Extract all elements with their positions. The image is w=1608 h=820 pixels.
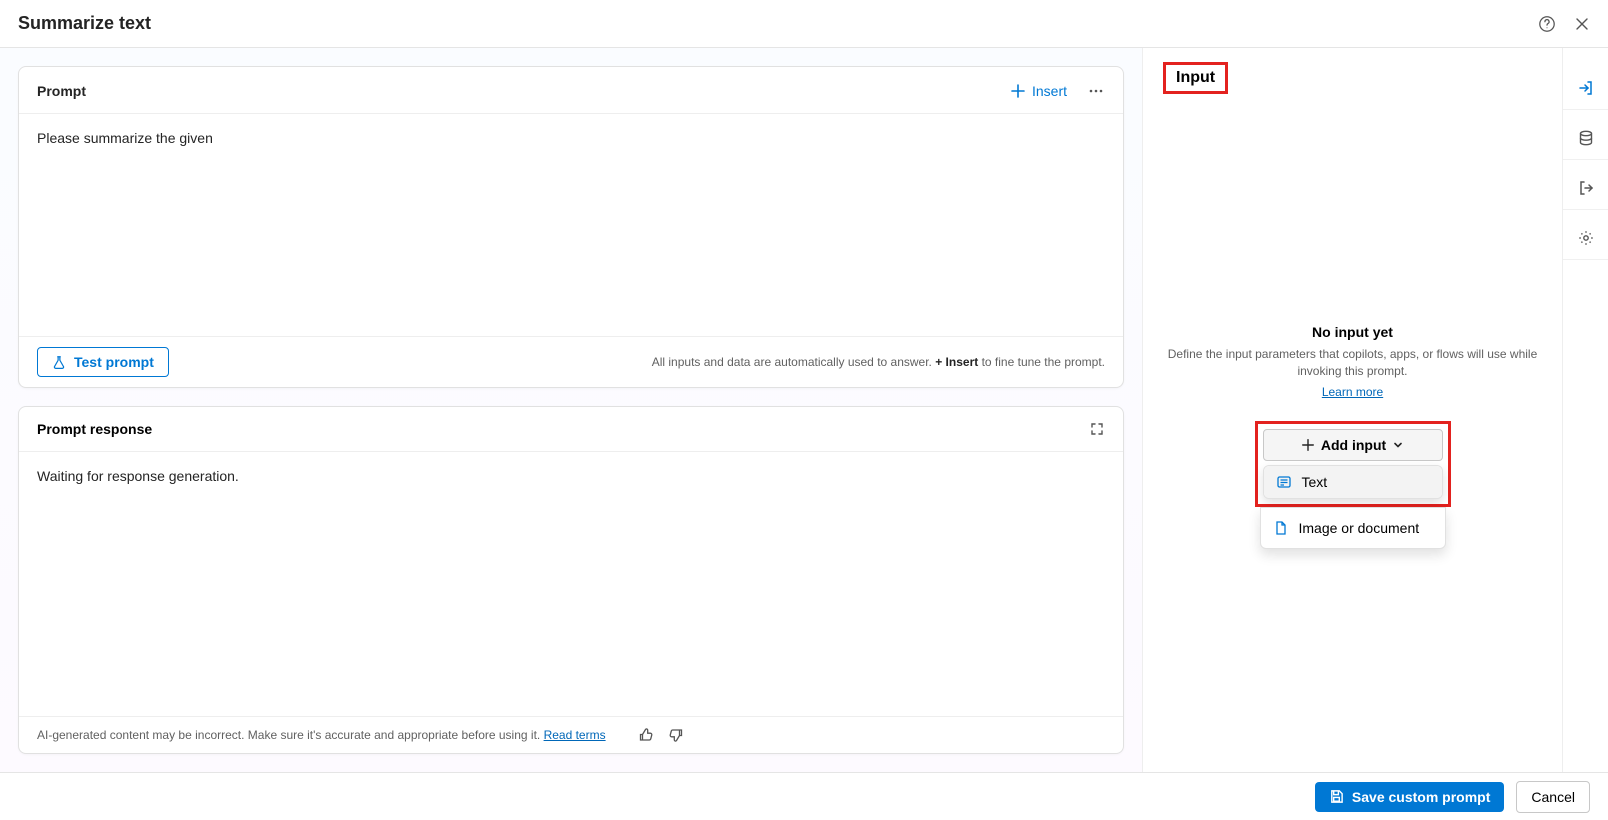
add-input-menu: Text — [1263, 465, 1443, 499]
prompt-card: Prompt Insert Please summarize the given… — [18, 66, 1124, 388]
page-title: Summarize text — [18, 13, 1538, 34]
document-icon — [1273, 520, 1289, 536]
save-icon — [1329, 789, 1344, 804]
plus-icon — [1010, 83, 1026, 99]
menu-item-text-label: Text — [1302, 474, 1328, 490]
expand-icon[interactable] — [1089, 421, 1105, 437]
save-label: Save custom prompt — [1352, 789, 1490, 805]
right-rail — [1562, 48, 1608, 772]
empty-state: No input yet Define the input parameters… — [1163, 324, 1542, 507]
empty-title: No input yet — [1163, 324, 1542, 340]
disclaimer-text: AI-generated content may be incorrect. M… — [37, 728, 606, 742]
page-header: Summarize text — [0, 0, 1608, 48]
test-prompt-label: Test prompt — [74, 354, 154, 370]
rail-settings-icon[interactable] — [1563, 216, 1608, 260]
main-area: Prompt Insert Please summarize the given… — [0, 48, 1608, 772]
menu-item-image-label: Image or document — [1299, 520, 1420, 536]
prompt-text[interactable]: Please summarize the given — [19, 114, 1123, 336]
response-body: Waiting for response generation. — [19, 452, 1123, 716]
insert-label: Insert — [1032, 83, 1067, 99]
menu-item-text[interactable]: Text — [1264, 466, 1442, 498]
help-icon[interactable] — [1538, 15, 1556, 33]
response-card-title: Prompt response — [37, 421, 1089, 437]
add-input-highlight: Add input Text — [1255, 421, 1451, 507]
learn-more-link[interactable]: Learn more — [1163, 385, 1542, 399]
test-prompt-button[interactable]: Test prompt — [37, 347, 169, 377]
close-icon[interactable] — [1574, 16, 1590, 32]
response-footer: AI-generated content may be incorrect. M… — [19, 716, 1123, 753]
add-input-menu-extra: Image or document — [1260, 507, 1446, 549]
plus-icon — [1301, 438, 1315, 452]
left-column: Prompt Insert Please summarize the given… — [0, 48, 1142, 772]
menu-item-image[interactable]: Image or document — [1261, 512, 1445, 544]
save-button[interactable]: Save custom prompt — [1315, 782, 1504, 812]
rail-input-icon[interactable] — [1563, 66, 1608, 110]
rail-data-icon[interactable] — [1563, 116, 1608, 160]
chevron-down-icon — [1392, 439, 1404, 451]
input-tab[interactable]: Input — [1163, 62, 1228, 94]
thumbs-up-icon[interactable] — [638, 727, 654, 743]
cancel-button[interactable]: Cancel — [1516, 781, 1590, 813]
rail-output-icon[interactable] — [1563, 166, 1608, 210]
right-panel: Input No input yet Define the input para… — [1142, 48, 1562, 772]
flask-icon — [52, 355, 66, 369]
prompt-hint: All inputs and data are automatically us… — [652, 355, 1105, 369]
text-icon — [1276, 474, 1292, 490]
more-icon[interactable] — [1087, 82, 1105, 100]
thumbs-down-icon[interactable] — [668, 727, 684, 743]
prompt-card-title: Prompt — [37, 83, 1004, 99]
footer-bar: Save custom prompt Cancel — [0, 772, 1608, 820]
response-card: Prompt response Waiting for response gen… — [18, 406, 1124, 754]
add-input-button[interactable]: Add input — [1263, 429, 1443, 461]
read-terms-link[interactable]: Read terms — [544, 728, 606, 742]
empty-desc: Define the input parameters that copilot… — [1163, 346, 1542, 381]
insert-button[interactable]: Insert — [1004, 79, 1073, 103]
add-input-label: Add input — [1321, 437, 1386, 453]
